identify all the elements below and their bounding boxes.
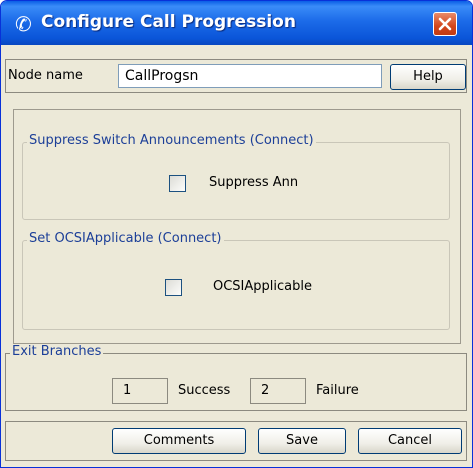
- node-name-input[interactable]: [118, 64, 382, 88]
- phone-handset-icon: ✆: [15, 12, 32, 36]
- exit-branches-group: Exit Branches 1 Success 2 Failure: [5, 344, 467, 411]
- exit-branch-label: Success: [178, 383, 231, 398]
- button-bar: Comments Save Cancel: [5, 421, 467, 461]
- close-button[interactable]: [433, 12, 457, 36]
- window-title: Configure Call Progression: [41, 12, 296, 32]
- title-bar[interactable]: ✆ Configure Call Progression: [1, 1, 472, 45]
- ocsi-applicable-checkbox[interactable]: [165, 279, 182, 296]
- ocsi-applicable-label: OCSIApplicable: [213, 279, 312, 294]
- exit-branch-number: 2: [250, 378, 306, 404]
- node-name-row: Node name Help: [5, 59, 467, 93]
- help-button[interactable]: Help: [390, 64, 466, 90]
- ocsi-applicable-group: Set OCSIApplicable (Connect) OCSIApplica…: [22, 231, 450, 330]
- dialog-window: ✆ Configure Call Progression Node name H…: [0, 0, 473, 468]
- close-icon: [438, 17, 452, 31]
- exit-branch-label: Failure: [316, 383, 359, 398]
- ocsi-applicable-group-title: Set OCSIApplicable (Connect): [27, 231, 224, 246]
- suppress-announcements-group-title: Suppress Switch Announcements (Connect): [27, 133, 316, 148]
- suppress-ann-label: Suppress Ann: [209, 175, 299, 190]
- options-panel: Suppress Switch Announcements (Connect) …: [13, 109, 461, 344]
- comments-button[interactable]: Comments: [112, 428, 246, 454]
- node-name-label: Node name: [8, 68, 83, 83]
- exit-branch-number: 1: [112, 378, 168, 404]
- save-button[interactable]: Save: [258, 428, 346, 454]
- suppress-ann-checkbox[interactable]: [169, 175, 186, 192]
- exit-branches-title: Exit Branches: [10, 344, 104, 359]
- suppress-announcements-group: Suppress Switch Announcements (Connect) …: [22, 133, 450, 220]
- cancel-button[interactable]: Cancel: [358, 428, 462, 454]
